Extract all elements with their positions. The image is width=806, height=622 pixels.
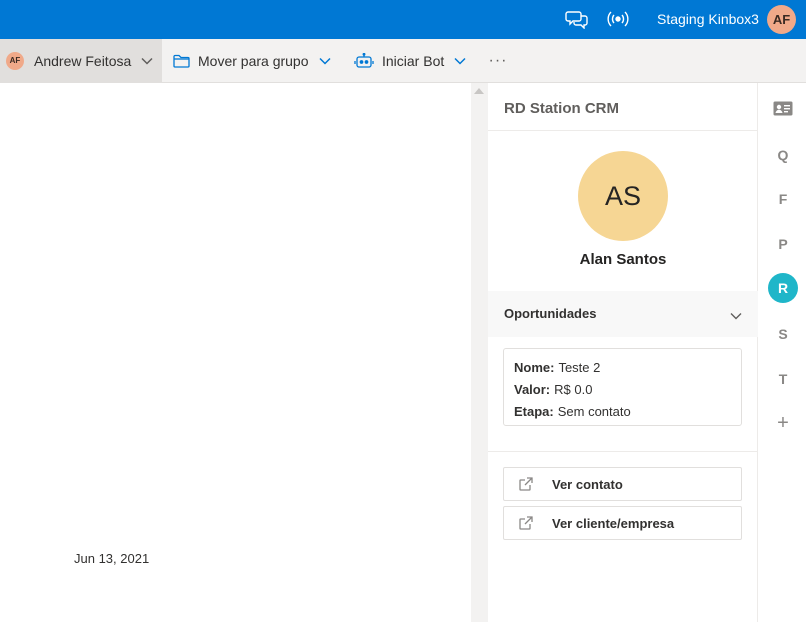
- field-key: Valor:: [514, 382, 551, 397]
- start-bot-button[interactable]: Iniciar Bot: [354, 39, 466, 82]
- message-date: Jun 13, 2021: [74, 551, 150, 566]
- field-value: Teste 2: [558, 360, 601, 375]
- bot-icon: [354, 52, 374, 69]
- move-to-group-button[interactable]: Mover para grupo: [173, 39, 331, 82]
- chevron-down-icon: [730, 307, 742, 325]
- opportunity-stage-row: Etapa: Sem contato: [514, 401, 731, 423]
- field-key: Etapa:: [514, 404, 554, 419]
- app-rail: Q F P R S T +: [759, 83, 806, 622]
- move-to-group-label: Mover para grupo: [198, 52, 309, 69]
- broadcast-icon[interactable]: [606, 8, 630, 30]
- contact-name: Alan Santos: [579, 251, 667, 268]
- assignee-name: Andrew Feitosa: [34, 52, 132, 69]
- field-key: Nome:: [514, 360, 555, 375]
- organization-name[interactable]: Staging Kinbox3: [657, 11, 759, 28]
- opportunities-section-header[interactable]: Oportunidades: [488, 291, 758, 337]
- rail-app-s[interactable]: S: [768, 319, 798, 349]
- opportunity-name-row: Nome: Teste 2: [514, 357, 731, 379]
- view-company-label: Ver cliente/empresa: [552, 515, 675, 531]
- scroll-up-arrow-icon[interactable]: [474, 88, 484, 94]
- top-bar: Staging Kinbox3 AF: [0, 0, 806, 39]
- rail-app-p[interactable]: P: [768, 229, 798, 259]
- chevron-down-icon: [318, 57, 331, 65]
- rail-app-f[interactable]: F: [768, 184, 798, 214]
- rail-app-r-active[interactable]: R: [768, 273, 798, 303]
- rail-app-t[interactable]: T: [768, 364, 798, 394]
- opportunity-value-row: Valor: R$ 0.0: [514, 379, 731, 401]
- folder-icon: [173, 54, 190, 68]
- field-value: Sem contato: [557, 404, 631, 419]
- opportunity-card: Nome: Teste 2 Valor: R$ 0.0 Etapa: Sem cont…: [503, 348, 742, 426]
- view-contact-label: Ver contato: [552, 476, 623, 492]
- contact-card-icon[interactable]: [768, 93, 798, 123]
- add-app-button[interactable]: +: [768, 408, 798, 438]
- chevron-down-icon: [141, 57, 153, 65]
- external-link-icon: [518, 476, 536, 492]
- contact-avatar: AS: [578, 151, 668, 241]
- crm-panel: RD Station CRM AS Alan Santos Oportunida…: [488, 83, 758, 622]
- assignee-dropdown[interactable]: AF Andrew Feitosa: [0, 39, 162, 82]
- rail-app-q[interactable]: Q: [768, 140, 798, 170]
- more-options-button[interactable]: ···: [488, 39, 508, 82]
- start-bot-label: Iniciar Bot: [382, 52, 445, 69]
- view-contact-button[interactable]: Ver contato: [503, 467, 742, 501]
- field-value: R$ 0.0: [554, 382, 593, 397]
- divider: [488, 451, 758, 452]
- user-avatar[interactable]: AF: [767, 5, 796, 34]
- panel-title: RD Station CRM: [504, 100, 619, 117]
- opportunities-label: Oportunidades: [504, 306, 597, 321]
- command-bar: AF Andrew Feitosa Mover para grupo Inici…: [0, 39, 806, 83]
- divider: [488, 130, 758, 131]
- chevron-down-icon: [454, 57, 466, 65]
- chat-bubbles-icon[interactable]: [565, 8, 589, 30]
- conversation-pane: Jun 13, 2021: [0, 83, 471, 622]
- external-link-icon: [518, 515, 536, 531]
- view-company-button[interactable]: Ver cliente/empresa: [503, 506, 742, 540]
- scrollbar[interactable]: [471, 83, 488, 622]
- assignee-avatar: AF: [6, 51, 24, 70]
